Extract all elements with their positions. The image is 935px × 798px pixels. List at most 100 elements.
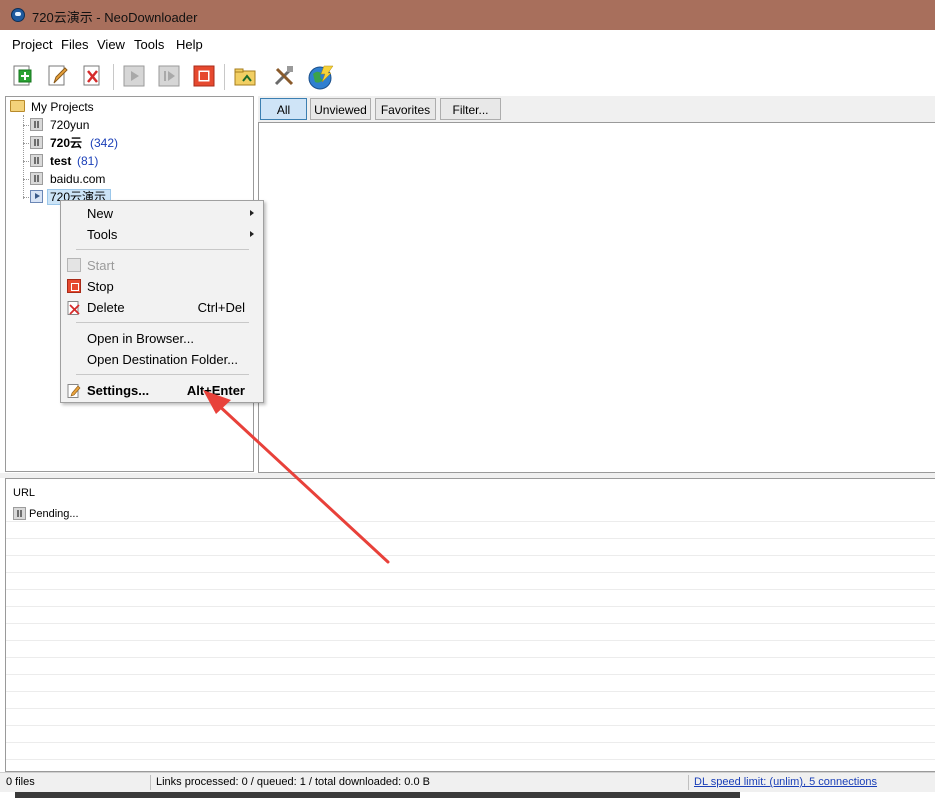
row-divider <box>6 725 935 726</box>
row-divider <box>6 742 935 743</box>
app-icon <box>11 8 25 22</box>
menu-item-settings[interactable]: Settings... Alt+Enter <box>61 380 263 401</box>
row-divider <box>6 623 935 624</box>
tab-all[interactable]: All <box>260 98 307 120</box>
start-selected-icon <box>158 65 180 87</box>
tab-filter[interactable]: Filter... <box>440 98 501 120</box>
url-list[interactable]: URL Pending... <box>5 478 935 772</box>
row-divider <box>6 555 935 556</box>
menu-project[interactable]: Project <box>12 37 52 52</box>
tab-unviewed[interactable]: Unviewed <box>310 98 371 120</box>
window-title: 720云演示 - NeoDownloader <box>32 10 198 25</box>
menu-bar: Project Files View Tools Help <box>0 30 935 58</box>
row-divider <box>6 657 935 658</box>
row-divider <box>6 640 935 641</box>
background-window-edge <box>15 792 740 798</box>
row-divider <box>6 538 935 539</box>
paused-icon <box>30 136 43 149</box>
toolbar <box>0 58 935 96</box>
menu-view[interactable]: View <box>97 37 125 52</box>
delete-project-button[interactable] <box>81 64 105 88</box>
menu-item-delete[interactable]: Delete Ctrl+Del <box>61 297 263 318</box>
menu-item-label: Open in Browser... <box>87 331 194 346</box>
running-icon <box>30 190 43 203</box>
menu-item-shortcut: Ctrl+Del <box>197 300 245 315</box>
stop-icon <box>193 65 215 87</box>
tree-item-count: (342) <box>90 136 119 150</box>
projects-folder-icon <box>10 100 25 112</box>
menu-item-shortcut: Alt+Enter <box>186 383 245 398</box>
menu-item-open-in-browser[interactable]: Open in Browser... <box>61 328 263 349</box>
paused-icon <box>30 154 43 167</box>
row-divider <box>6 674 935 675</box>
menu-item-label: Delete <box>87 300 125 315</box>
start-icon <box>67 258 81 272</box>
toolbar-separator <box>224 64 225 90</box>
paused-icon <box>30 118 43 131</box>
globe-icon <box>308 65 334 90</box>
new-project-button[interactable] <box>11 64 35 88</box>
edit-project-button[interactable] <box>46 64 70 88</box>
toolbar-separator <box>113 64 114 90</box>
start-button[interactable] <box>122 64 146 88</box>
menu-item-new[interactable]: New <box>61 203 263 224</box>
edit-project-icon <box>48 65 68 86</box>
paused-icon <box>30 172 43 185</box>
tree-item-count: (81) <box>77 154 99 168</box>
row-divider <box>6 606 935 607</box>
new-project-icon <box>13 65 32 86</box>
menu-item-label: Open Destination Folder... <box>87 352 239 367</box>
status-divider <box>688 775 689 790</box>
menu-item-start[interactable]: Start <box>61 255 263 276</box>
tab-favorites[interactable]: Favorites <box>375 98 436 120</box>
menu-item-tools[interactable]: Tools <box>61 224 263 245</box>
start-icon <box>123 65 145 87</box>
tree-item-label: baidu.com <box>50 172 106 186</box>
row-divider <box>6 521 935 522</box>
file-list[interactable] <box>258 122 935 473</box>
submenu-arrow-icon <box>250 210 254 216</box>
menu-tools[interactable]: Tools <box>134 37 164 52</box>
menu-item-open-destination-folder[interactable]: Open Destination Folder... <box>61 349 263 370</box>
row-divider <box>6 572 935 573</box>
open-folder-button[interactable] <box>233 64 257 88</box>
menu-item-label: Tools <box>87 227 118 242</box>
menu-separator <box>76 249 249 250</box>
status-progress: Links processed: 0 / queued: 1 / total d… <box>156 776 430 788</box>
delete-project-icon <box>83 65 100 86</box>
url-column-header[interactable]: URL <box>13 487 35 499</box>
menu-help[interactable]: Help <box>176 37 203 52</box>
menu-separator <box>76 322 249 323</box>
title-bar: 720云演示 - NeoDownloader <box>0 0 935 30</box>
filter-tabs: All Unviewed Favorites Filter... <box>258 96 935 122</box>
globe-button[interactable] <box>307 64 334 90</box>
open-folder-icon <box>234 68 256 86</box>
status-files: 0 files <box>6 776 35 788</box>
url-row-status: Pending... <box>29 508 79 520</box>
stop-button[interactable] <box>192 64 216 88</box>
context-menu: New Tools Start Stop Delete Ctrl+Del Ope… <box>60 200 264 403</box>
row-divider <box>6 708 935 709</box>
stop-icon <box>67 279 81 293</box>
status-bar: 0 files Links processed: 0 / queued: 1 /… <box>0 772 935 792</box>
menu-separator <box>76 374 249 375</box>
tree-connector <box>23 115 24 199</box>
tree-item-label: test <box>50 154 72 168</box>
settings-icon <box>67 383 81 398</box>
row-divider <box>6 589 935 590</box>
tree-item-label: 720云 <box>50 136 83 150</box>
menu-item-label: Start <box>87 258 115 273</box>
menu-item-label: New <box>87 206 114 221</box>
menu-files[interactable]: Files <box>61 37 88 52</box>
speed-limit-link[interactable]: DL speed limit: (unlim), 5 connections <box>694 776 877 788</box>
row-divider <box>6 759 935 760</box>
tools-icon <box>274 66 294 86</box>
delete-icon <box>67 300 81 315</box>
menu-item-stop[interactable]: Stop <box>61 276 263 297</box>
row-divider <box>6 691 935 692</box>
tools-button[interactable] <box>272 64 296 88</box>
start-selected-button[interactable] <box>157 64 181 88</box>
menu-item-label: Stop <box>87 279 114 294</box>
menu-item-label: Settings... <box>87 383 150 398</box>
tree-root-label: My Projects <box>31 100 94 114</box>
